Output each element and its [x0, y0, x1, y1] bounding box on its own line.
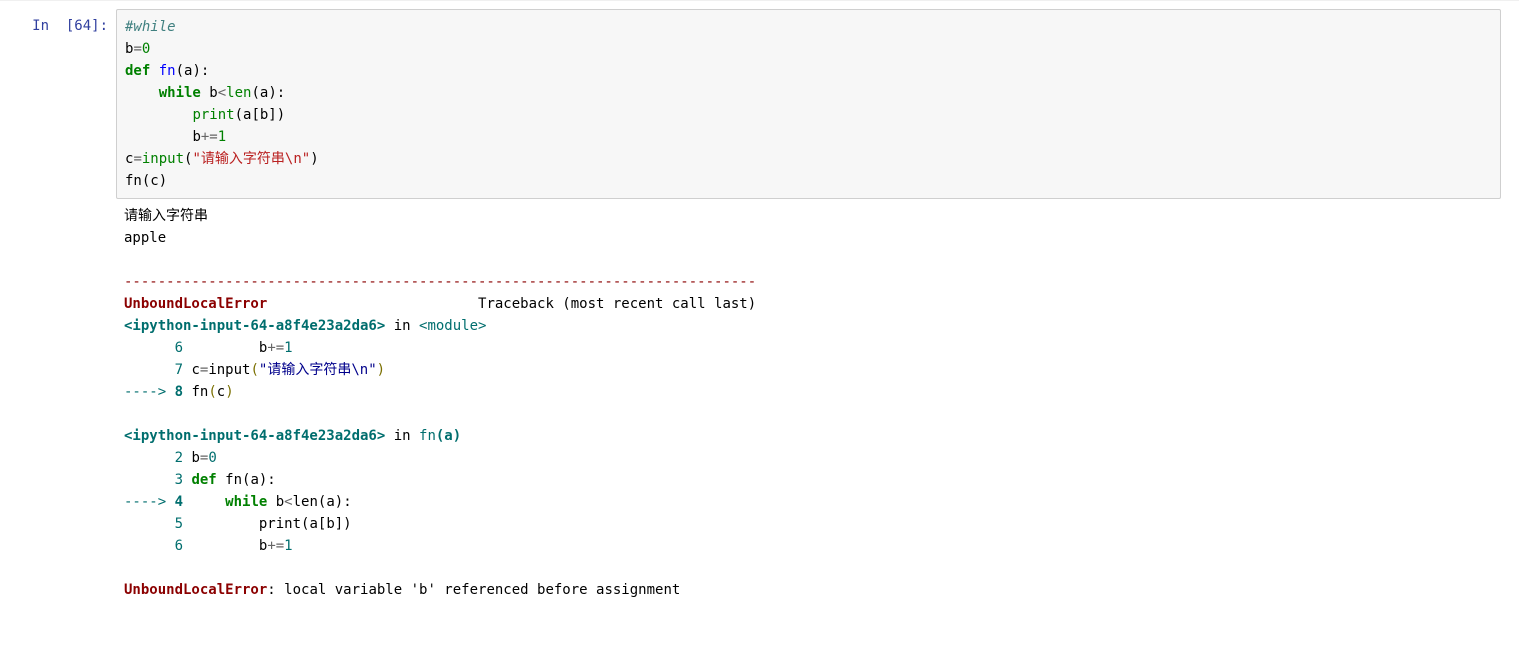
- code-b3: b: [192, 129, 200, 145]
- tb1-ln8-arg: c: [217, 384, 225, 400]
- traceback-in-2: in: [385, 428, 419, 444]
- tb2-ln6-op: +=: [267, 538, 284, 554]
- code-fn-name: fn: [150, 63, 175, 79]
- tb2-ln3-num: 3: [175, 472, 183, 488]
- final-exception-name: UnboundLocalError: [124, 582, 267, 598]
- code-zero: 0: [142, 41, 150, 57]
- exception-name-header: UnboundLocalError: [124, 296, 267, 312]
- code-one: 1: [218, 129, 226, 145]
- tb2-ln4-arrow: ---->: [124, 494, 175, 510]
- tb2-ln4-while: while: [183, 494, 267, 510]
- code-input-close: ): [310, 151, 318, 167]
- traceback-divider: ----------------------------------------…: [124, 274, 756, 290]
- code-indent6: [125, 129, 192, 145]
- tb1-ln7-p1: (: [250, 362, 258, 378]
- code-b2: b: [201, 85, 218, 101]
- input-prompt: In [64]:: [0, 9, 116, 37]
- tb1-ln6-op: +=: [267, 340, 284, 356]
- tb2-ln4-lt: <: [284, 494, 292, 510]
- tb2-ln2-num: 2: [175, 450, 183, 466]
- code-eq: =: [133, 41, 141, 57]
- tb2-ln2-zero: 0: [208, 450, 216, 466]
- code-indent5: [125, 107, 192, 123]
- output-cell: 请输入字符串 apple ---------------------------…: [0, 199, 1519, 607]
- tb2-ln4-rest2: (a):: [318, 494, 352, 510]
- tb1-ln8-arrow: ---->: [124, 384, 175, 400]
- tb1-ln8-p1: (: [208, 384, 216, 400]
- stdin-echo-2: apple: [124, 230, 166, 246]
- code-len: len: [226, 85, 251, 101]
- tb1-ln7-pre: [124, 362, 175, 378]
- code-fn-call: fn(c): [125, 173, 167, 189]
- code-line-1: #while: [125, 19, 176, 35]
- tb1-ln7-str: "请输入字符串\n": [259, 362, 377, 378]
- tb2-ln5-num: 5: [175, 516, 183, 532]
- tb2-ln2-b: b: [183, 450, 200, 466]
- prompt-label: In [64]:: [32, 18, 108, 34]
- tb2-ln4-b: b: [267, 494, 284, 510]
- tb2-ln4-num: 4: [175, 494, 183, 510]
- traceback-in-1: in: [385, 318, 419, 334]
- traceback-src2: <ipython-input-64-a8f4e23a2da6>: [124, 428, 385, 444]
- tb2-ln6-pre: [124, 538, 175, 554]
- traceback-fn-args-2: (a): [436, 428, 461, 444]
- code-input-area[interactable]: #while b=0 def fn(a): while b<len(a): pr…: [116, 9, 1501, 199]
- tb1-ln6-num: 6: [175, 340, 183, 356]
- code-input: input: [142, 151, 184, 167]
- tb1-ln7-p2: ): [377, 362, 385, 378]
- tb1-ln6-one: 1: [284, 340, 292, 356]
- notebook-page: In [64]: #while b=0 def fn(a): while b<l…: [0, 0, 1519, 607]
- input-area-wrap: #while b=0 def fn(a): while b<len(a): pr…: [116, 9, 1519, 199]
- code-lt: <: [218, 85, 226, 101]
- code-def: def: [125, 63, 150, 79]
- tb2-ln6-code: b: [183, 538, 267, 554]
- tb2-ln3-pre: [124, 472, 175, 488]
- tb2-ln6-num: 6: [175, 538, 183, 554]
- tb2-ln4-len: len: [293, 494, 318, 510]
- tb1-ln8-p2: ): [225, 384, 233, 400]
- code-peq: +=: [201, 129, 218, 145]
- code-fn-sig: (a):: [176, 63, 210, 79]
- code-while: while: [159, 85, 201, 101]
- tb2-ln3-def: def: [183, 472, 217, 488]
- code-len-args: (a):: [251, 85, 285, 101]
- tb1-ln8-fn: fn: [183, 384, 208, 400]
- output-prompt-empty: [0, 199, 116, 205]
- tb1-ln7-num: 7: [175, 362, 183, 378]
- traceback-src1: <ipython-input-64-a8f4e23a2da6>: [124, 318, 385, 334]
- code-print-args: (a[b]): [235, 107, 286, 123]
- tb1-ln6-code: b: [183, 340, 267, 356]
- code-eq2: =: [133, 151, 141, 167]
- final-exception-msg: : local variable 'b' referenced before a…: [267, 582, 680, 598]
- tb1-ln7-c: c: [183, 362, 200, 378]
- tb1-ln7-input: input: [208, 362, 250, 378]
- code-input-str: "请输入字符串\n": [192, 151, 310, 167]
- tb2-ln5-print: print: [183, 516, 301, 532]
- tb2-ln6-one: 1: [284, 538, 292, 554]
- tb2-ln5-rest: (a[b]): [301, 516, 352, 532]
- tb1-ln8-num: 8: [175, 384, 183, 400]
- output-area: 请输入字符串 apple ---------------------------…: [116, 199, 1519, 607]
- tb2-ln3-rest: fn(a):: [217, 472, 276, 488]
- stdin-echo-1: 请输入字符串: [124, 208, 208, 224]
- traceback-fn-2: fn: [419, 428, 436, 444]
- tb2-ln2-pre: [124, 450, 175, 466]
- code-print: print: [192, 107, 234, 123]
- tb2-ln5-pre: [124, 516, 175, 532]
- code-cell: In [64]: #while b=0 def fn(a): while b<l…: [0, 9, 1519, 199]
- exception-pad: [267, 296, 478, 312]
- traceback-header-tail: Traceback (most recent call last): [478, 296, 756, 312]
- tb1-ln6-pre: [124, 340, 175, 356]
- traceback-mod-1: <module>: [419, 318, 486, 334]
- code-indent4: [125, 85, 159, 101]
